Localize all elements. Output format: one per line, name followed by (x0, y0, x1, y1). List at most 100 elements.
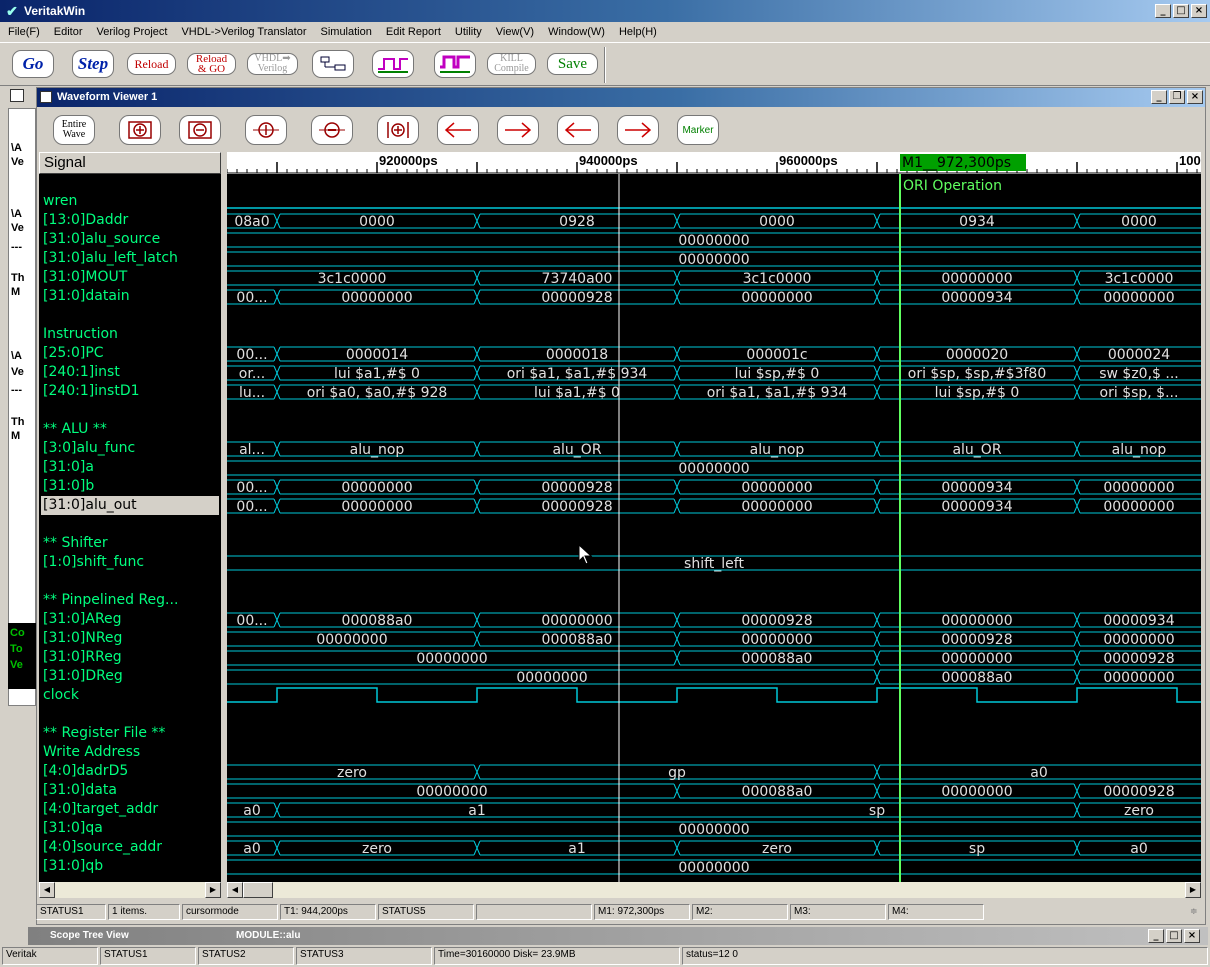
prev-edge-button[interactable] (437, 115, 479, 145)
bus-value: 0000 (759, 214, 795, 230)
hierarchy-button[interactable] (312, 50, 354, 78)
signal-name[interactable]: [25:0]PC (43, 344, 104, 363)
signal-name[interactable]: [31:0]b (43, 477, 94, 496)
bg-editor-area[interactable] (8, 108, 36, 706)
signal-name[interactable]: [4:0]source_addr (43, 838, 162, 857)
zoom-in-center-button[interactable] (245, 115, 287, 145)
signal-name[interactable]: [31:0]DReg (43, 667, 123, 686)
vhdl-to-verilog-button[interactable]: VHDL➡ Verilog (247, 53, 298, 75)
signal-name[interactable]: [13:0]Daddr (43, 211, 128, 230)
menu-edit-report[interactable]: Edit Report (378, 26, 447, 38)
signal-name[interactable]: ** Register File ** (43, 724, 165, 743)
menu-utility[interactable]: Utility (447, 26, 488, 38)
save-button[interactable]: Save (547, 53, 598, 75)
bus-value: sp (869, 803, 885, 819)
signal-name[interactable]: ** Shifter (43, 534, 108, 553)
entire-wave-button[interactable]: Entire Wave (53, 115, 95, 145)
signal-name[interactable]: ** Pinpelined Reg... (43, 591, 178, 610)
resize-grip-icon[interactable]: ≑ (1190, 906, 1202, 918)
close-icon[interactable]: × (1187, 90, 1203, 104)
marker-button[interactable]: Marker (677, 115, 719, 145)
zoom-in-button[interactable] (119, 115, 161, 145)
waveform-pane[interactable]: 920000ps 940000ps 960000ps 100 M1__972,300ps… (227, 152, 1201, 898)
signal-name[interactable]: [31:0]alu_left_latch (43, 249, 178, 268)
bus-value: a0 (1130, 841, 1148, 857)
menu-file[interactable]: File(F) (0, 26, 46, 38)
signal-name[interactable]: [240:1]inst (43, 363, 120, 382)
signal-header[interactable]: Signal (39, 152, 221, 174)
menu-view[interactable]: View(V) (488, 26, 540, 38)
wave-scroll-thumb[interactable] (243, 882, 273, 898)
signal-name[interactable]: [31:0]NReg (43, 629, 122, 648)
scope-tree-titlebar[interactable]: Scope Tree View MODULE::alu _ □ × (28, 927, 1208, 945)
bus-value: 00000000 (678, 461, 749, 477)
prev-marker-button[interactable] (557, 115, 599, 145)
waveform-button[interactable] (372, 50, 414, 78)
bus-value: 00000000 (341, 480, 412, 496)
bus-value: 000088a0 (942, 670, 1013, 686)
signal-name[interactable]: clock (43, 686, 79, 705)
minimize-icon[interactable]: _ (1155, 4, 1171, 18)
signal-name[interactable]: [240:1]instD1 (43, 382, 140, 401)
signal-name[interactable]: [3:0]alu_func (43, 439, 135, 458)
kill-compile-button[interactable]: KILL Compile (487, 53, 536, 75)
signal-name[interactable]: wren (43, 192, 77, 211)
menu-verilog-project[interactable]: Verilog Project (89, 26, 174, 38)
close-icon[interactable]: × (1184, 929, 1200, 943)
signal-name[interactable]: [31:0]qa (43, 819, 103, 838)
bg-line: \A (11, 208, 22, 220)
waveform-statusbar: STATUS1 1 items. cursormode T1: 944,200p… (36, 903, 1206, 921)
menu-simulation[interactable]: Simulation (313, 26, 378, 38)
bus-value: lui $sp,#$ 0 (735, 366, 820, 382)
menu-window[interactable]: Window(W) (540, 26, 611, 38)
zoom-out-center-button[interactable] (311, 115, 353, 145)
signal-name[interactable]: [31:0]a (43, 458, 94, 477)
scroll-right-icon[interactable]: ▶ (205, 882, 221, 898)
go-button[interactable]: Go (12, 50, 54, 78)
wave-hscroll[interactable]: ◀ ▶ (227, 882, 1201, 898)
maximize-icon[interactable]: □ (1166, 929, 1182, 943)
signal-name[interactable]: [31:0]datain (43, 287, 130, 306)
waveform-viewer-titlebar[interactable]: Waveform Viewer 1 _ ❐ × (37, 88, 1205, 107)
menu-editor[interactable]: Editor (46, 26, 89, 38)
maximize-icon[interactable]: □ (1173, 4, 1189, 18)
signal-name[interactable]: ** ALU ** (43, 420, 107, 439)
signal-pane[interactable]: Signal wren [13:0]Daddr [31:0]alu_source [3… (39, 152, 221, 898)
signal-name[interactable]: Instruction (43, 325, 118, 344)
signal-name[interactable]: [31:0]data (43, 781, 117, 800)
bus-value: 00000000 (941, 784, 1012, 800)
signal-name[interactable]: [4:0]dadrD5 (43, 762, 128, 781)
signal-name[interactable]: Write Address (43, 743, 140, 762)
step-button[interactable]: Step (72, 50, 114, 78)
bus-value: lui $a1,#$ 0 (534, 385, 620, 401)
signal-name[interactable]: [31:0]RReg (43, 648, 122, 667)
signal-name[interactable]: [1:0]shift_func (43, 553, 144, 572)
signal-name[interactable]: [31:0]qb (43, 857, 103, 876)
main-titlebar[interactable]: ✔ VeritakWin _ □ × (0, 0, 1210, 22)
waveform-bus-button[interactable] (434, 50, 476, 78)
waveform-canvas[interactable]: 920000ps 940000ps 960000ps 100 M1__972,300ps… (227, 152, 1201, 898)
minimize-icon[interactable]: _ (1151, 90, 1167, 104)
restore-icon[interactable]: ❐ (1169, 90, 1185, 104)
signal-name[interactable]: [31:0]alu_source (43, 230, 160, 249)
reload-button[interactable]: Reload (127, 53, 176, 75)
close-icon[interactable]: × (1191, 4, 1207, 18)
bus-value: 00... (236, 480, 267, 496)
signal-name[interactable]: [31:0]AReg (43, 610, 122, 629)
signal-hscroll[interactable]: ◀ ▶ (39, 882, 221, 898)
minimize-icon[interactable]: _ (1148, 929, 1164, 943)
next-marker-button[interactable] (617, 115, 659, 145)
signal-name[interactable]: [4:0]target_addr (43, 800, 158, 819)
scroll-left-icon[interactable]: ◀ (39, 882, 55, 898)
bus-value: 000001c (746, 347, 807, 363)
next-edge-button[interactable] (497, 115, 539, 145)
scroll-right-icon[interactable]: ▶ (1185, 882, 1201, 898)
scroll-left-icon[interactable]: ◀ (227, 882, 243, 898)
zoom-out-button[interactable] (179, 115, 221, 145)
signal-name[interactable]: [31:0]MOUT (43, 268, 127, 287)
reload-go-button[interactable]: Reload & GO (187, 53, 236, 75)
zoom-to-cursor-button[interactable] (377, 115, 419, 145)
signal-name[interactable]: [31:0]alu_out (41, 496, 219, 515)
menu-help[interactable]: Help(H) (611, 26, 663, 38)
menu-vhdl-translator[interactable]: VHDL->Verilog Translator (173, 26, 312, 38)
